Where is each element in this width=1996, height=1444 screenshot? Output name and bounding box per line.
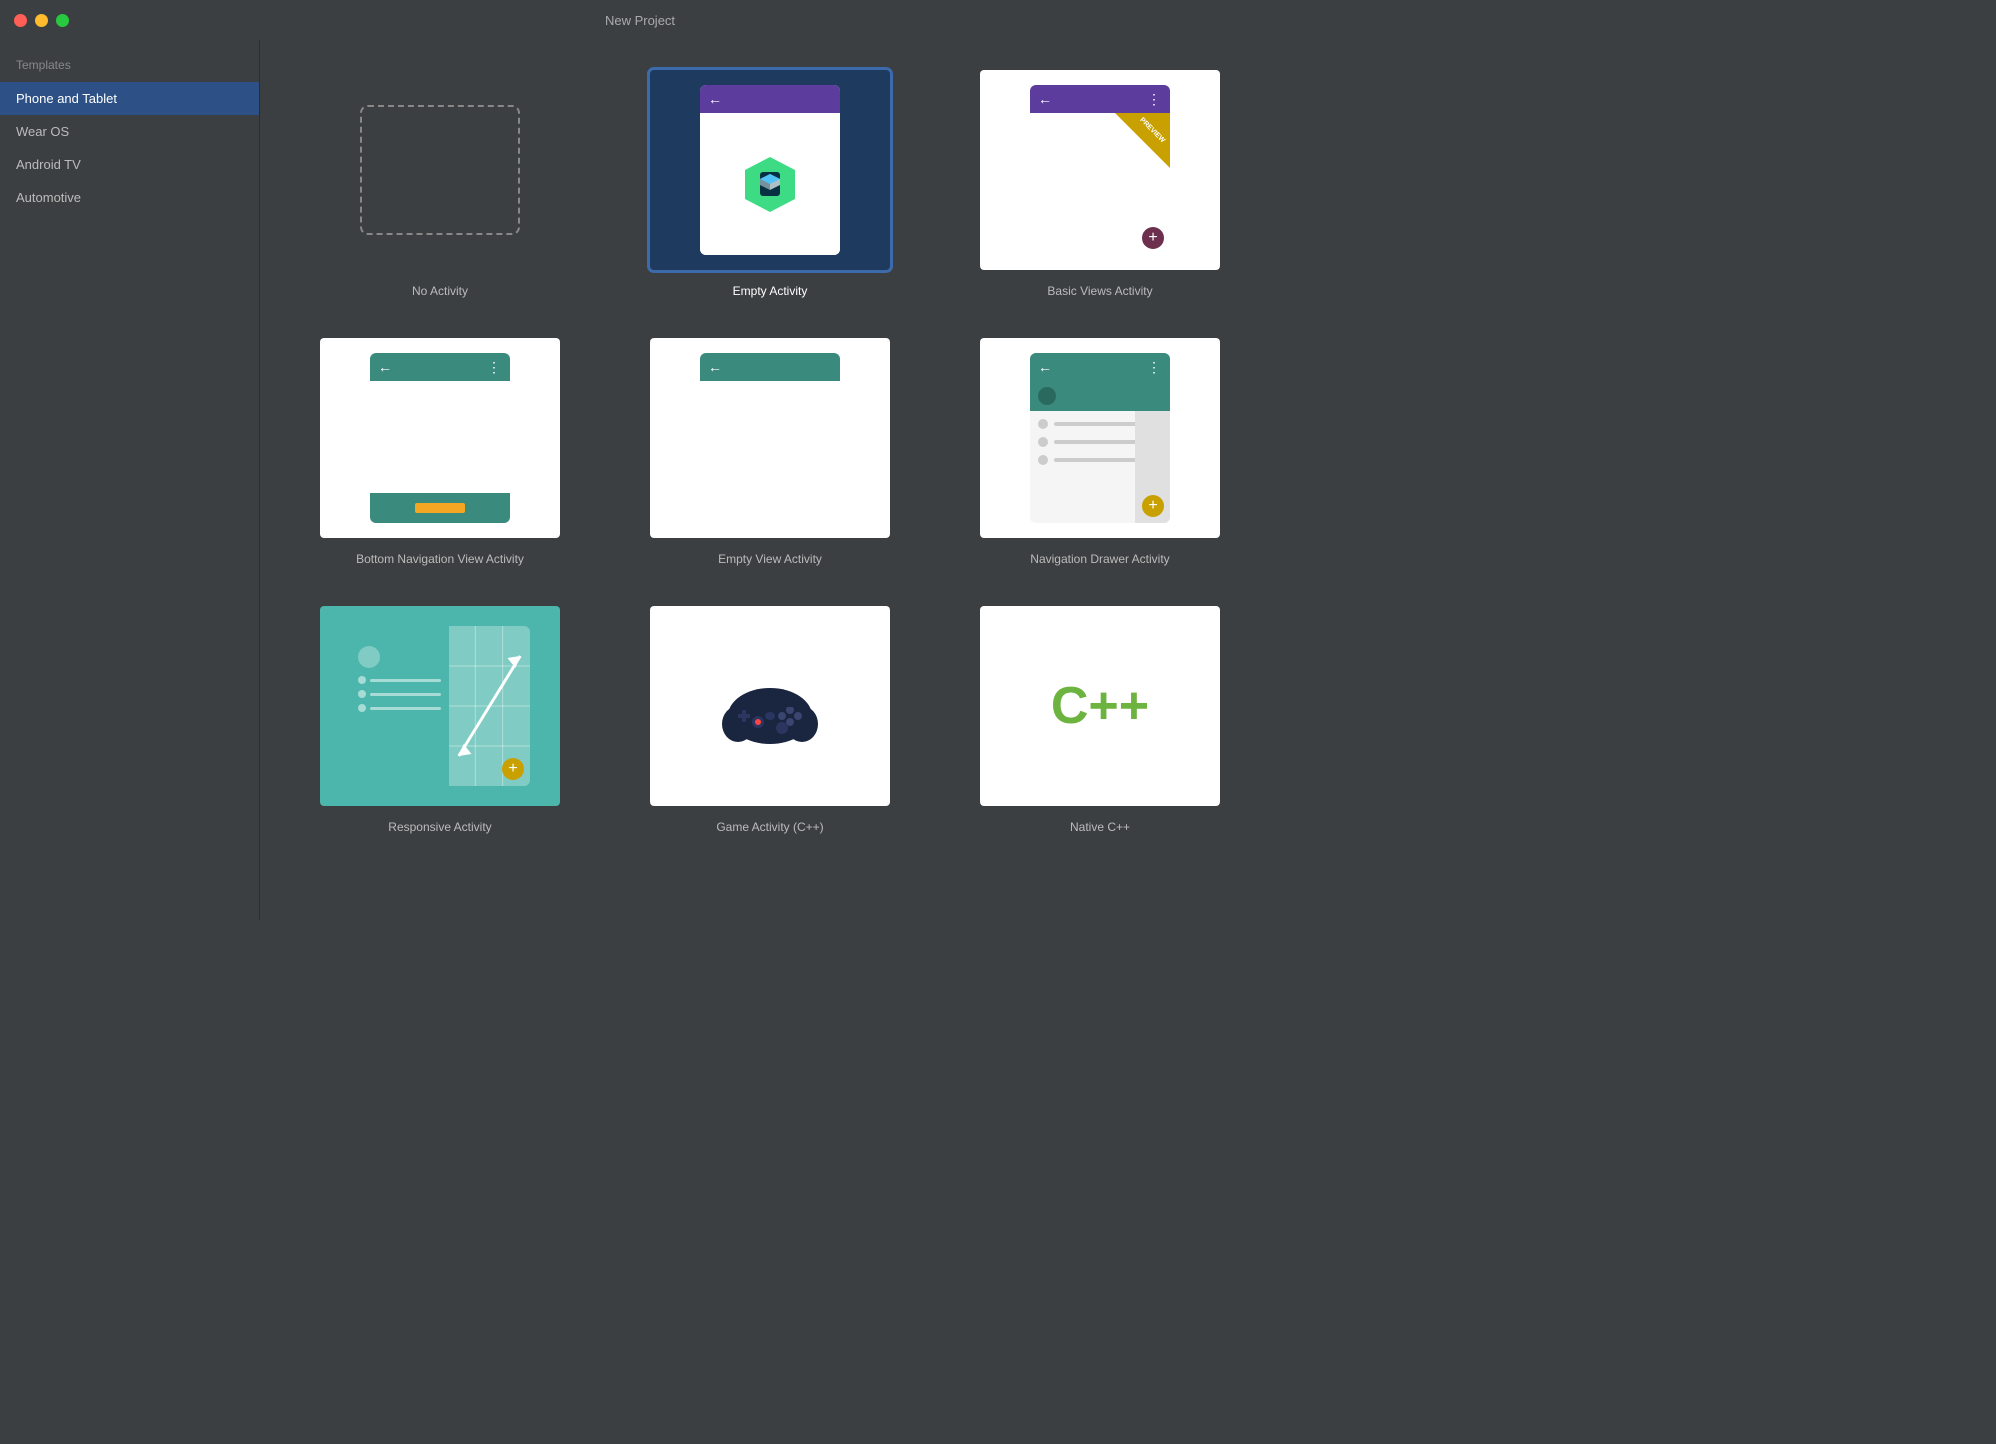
template-basic-views[interactable]: ← ⋮ PREVIEW + Basic Views A	[960, 70, 1240, 298]
drawer-item-icon-2	[1038, 437, 1048, 447]
preview-badge: PREVIEW	[1115, 113, 1170, 168]
basic-dots-icon: ⋮	[1147, 91, 1162, 108]
sidebar-section-label: Templates	[0, 50, 259, 82]
template-label-empty-view: Empty View Activity	[718, 552, 822, 566]
sidebar-item-wear-os[interactable]: Wear OS	[0, 115, 259, 148]
sidebar-item-android-tv[interactable]: Android TV	[0, 148, 259, 181]
template-game-activity[interactable]: Game Activity (C++)	[630, 606, 910, 834]
nav-drawer-dots-icon: ⋮	[1147, 359, 1162, 376]
template-label-nav-drawer: Navigation Drawer Activity	[1030, 552, 1169, 566]
template-label-native-cpp: Native C++	[1070, 820, 1130, 834]
main-layout: Templates Phone and Tablet Wear OS Andro…	[0, 40, 1280, 920]
resp-line-1	[370, 679, 441, 682]
resp-dot-3	[358, 704, 366, 712]
content-area: No Activity ←	[260, 40, 1280, 920]
empty-view-back-icon: ←	[708, 359, 722, 375]
drawer-item-icon-3	[1038, 455, 1048, 465]
window-controls	[14, 14, 69, 27]
template-empty-activity[interactable]: ←	[630, 70, 910, 298]
nav-drawer-back-icon: ←	[1038, 359, 1052, 375]
sidebar: Templates Phone and Tablet Wear OS Andro…	[0, 40, 260, 920]
window-title: New Project	[605, 13, 675, 28]
sidebar-item-phone-tablet[interactable]: Phone and Tablet	[0, 82, 259, 115]
back-arrow-icon: ←	[708, 91, 722, 107]
plus-button[interactable]: +	[1142, 227, 1164, 249]
responsive-avatar	[358, 646, 380, 668]
template-no-activity[interactable]: No Activity	[300, 70, 580, 298]
templates-grid: No Activity ←	[300, 70, 1240, 834]
template-label-game-activity: Game Activity (C++)	[716, 820, 823, 834]
drawer-avatar	[1038, 387, 1056, 405]
template-label-basic-views: Basic Views Activity	[1047, 284, 1152, 298]
template-label-responsive: Responsive Activity	[388, 820, 491, 834]
template-bottom-nav[interactable]: ← ⋮ Bottom Navigation View Activity	[300, 338, 580, 566]
template-nav-drawer[interactable]: ← ⋮	[960, 338, 1240, 566]
resp-line-2	[370, 693, 441, 696]
minimize-button[interactable]	[35, 14, 48, 27]
bottom-nav-back-icon: ←	[378, 359, 392, 375]
sidebar-item-automotive[interactable]: Automotive	[0, 181, 259, 214]
template-responsive[interactable]: + Responsive Activity	[300, 606, 580, 834]
responsive-card: +	[350, 626, 530, 786]
resp-dot-2	[358, 690, 366, 698]
no-activity-card	[360, 105, 520, 235]
template-empty-view[interactable]: ← Empty View Activity	[630, 338, 910, 566]
bottom-nav-bar	[370, 493, 510, 523]
drawer-item-icon	[1038, 419, 1048, 429]
responsive-plus-button[interactable]: +	[502, 758, 524, 780]
bottom-nav-dots-icon: ⋮	[487, 359, 502, 376]
close-button[interactable]	[14, 14, 27, 27]
game-controller-icon	[720, 666, 820, 746]
maximize-button[interactable]	[56, 14, 69, 27]
cpp-label: C++	[1051, 676, 1149, 736]
basic-back-icon: ←	[1038, 91, 1052, 107]
nav-indicator	[415, 503, 465, 513]
resp-line-3	[370, 707, 441, 710]
android-logo-icon	[738, 152, 803, 217]
template-label-no-activity: No Activity	[412, 284, 468, 298]
title-bar: New Project	[0, 0, 1280, 40]
template-native-cpp[interactable]: C++ Native C++	[960, 606, 1240, 834]
resp-dot-1	[358, 676, 366, 684]
template-label-bottom-nav: Bottom Navigation View Activity	[356, 552, 524, 566]
drawer-plus-button[interactable]: +	[1142, 495, 1164, 517]
template-label-empty-activity: Empty Activity	[733, 284, 808, 298]
